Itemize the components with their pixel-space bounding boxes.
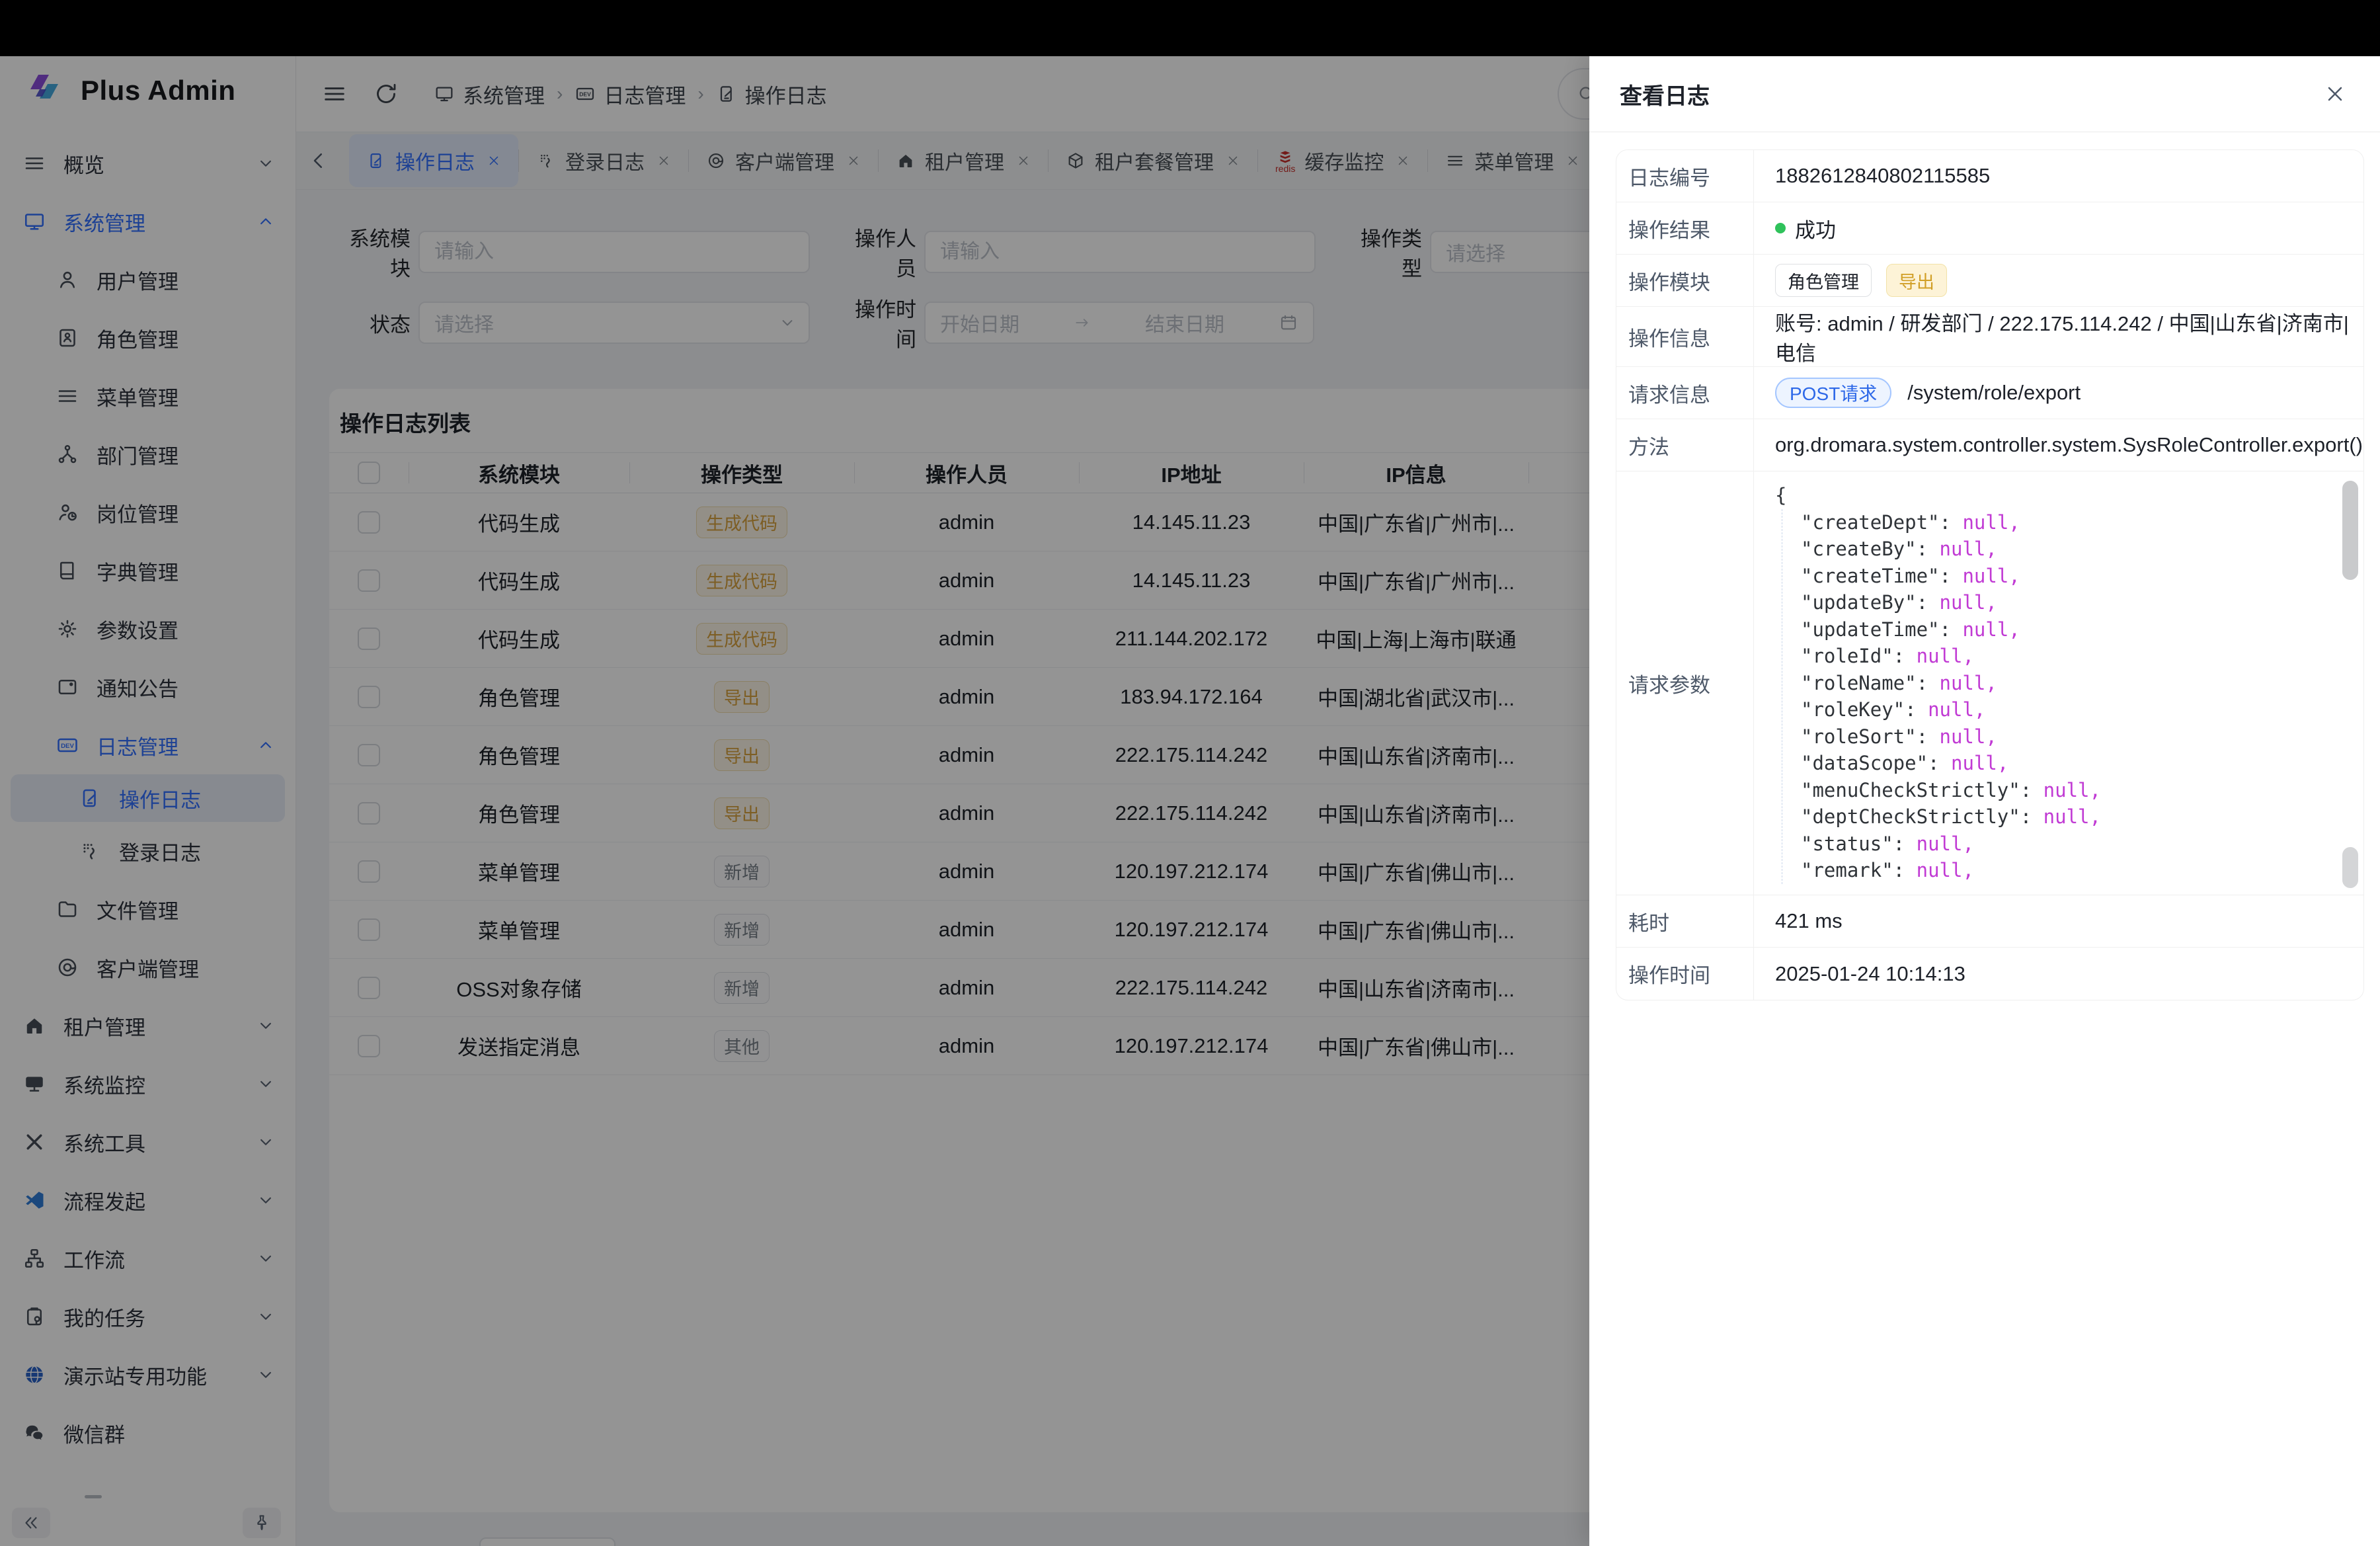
json-line: "createTime": null,: [1801, 563, 2101, 590]
status-text: 成功: [1795, 214, 1836, 243]
detail-value: 成功: [1754, 202, 2363, 254]
json-line: "roleId": null,: [1801, 643, 2101, 670]
detail-value: 421 ms: [1754, 895, 2363, 947]
json-key: "createTime":: [1801, 565, 1962, 587]
detail-label: 请求参数: [1616, 471, 1754, 895]
detail-row-请求参数: 请求参数{"createDept": null,"createBy": null…: [1616, 471, 2363, 895]
detail-label: 请求信息: [1616, 367, 1754, 419]
json-line: "roleName": null,: [1801, 670, 2101, 697]
app-shell: Plus Admin 概览系统管理用户管理角色管理菜单管理部门管理岗位管理字典管…: [0, 56, 2380, 1546]
json-null: null,: [1928, 698, 1985, 721]
detail-label: 日志编号: [1616, 150, 1754, 202]
detail-row-操作结果: 操作结果 成功: [1616, 202, 2363, 255]
json-key: "menuCheckStrictly":: [1801, 779, 2043, 801]
detail-row-耗时: 耗时421 ms: [1616, 895, 2363, 948]
detail-value: 1882612840802115585: [1754, 150, 2363, 202]
json-line: "roleSort": null,: [1801, 723, 2101, 751]
json-key: "createDept":: [1801, 511, 1962, 534]
detail-value: 账号: admin / 研发部门 / 222.175.114.242 / 中国|…: [1754, 307, 2363, 366]
json-key: "deptCheckStrictly":: [1801, 805, 2043, 828]
json-key: "remark":: [1801, 859, 1917, 881]
json-line: "dataScope": null,: [1801, 750, 2101, 777]
log-detail-table: 日志编号1882612840802115585操作结果成功操作模块角色管理导出操…: [1616, 149, 2364, 1000]
json-indented-block: "createDept": null,"createBy": null,"cre…: [1782, 509, 2101, 884]
json-scrollbar-thumb[interactable]: [2342, 481, 2358, 580]
request-path: /system/role/export: [1907, 381, 2081, 405]
detail-row-操作时间: 操作时间2025-01-24 10:14:13: [1616, 948, 2363, 1000]
json-null: null,: [1940, 725, 1997, 748]
json-line: {: [1775, 482, 2101, 509]
json-null: null,: [1940, 672, 1997, 694]
detail-value: POST请求/system/role/export: [1754, 367, 2363, 419]
json-line: "updateTime": null,: [1801, 616, 2101, 643]
json-scrollbar-thumb-bottom[interactable]: [2342, 847, 2358, 888]
detail-label: 耗时: [1616, 895, 1754, 947]
detail-row-操作模块: 操作模块角色管理导出: [1616, 255, 2363, 307]
drawer-title: 查看日志: [1620, 78, 1710, 110]
json-null: null,: [1962, 565, 2020, 587]
json-null: null,: [1917, 833, 1974, 855]
module-badge: 导出: [1886, 264, 1947, 297]
request-params-json[interactable]: {"createDept": null,"createBy": null,"cr…: [1754, 471, 2363, 895]
detail-value: org.dromara.system.controller.system.Sys…: [1754, 419, 2363, 471]
json-line: "menuCheckStrictly": null,: [1801, 777, 2101, 804]
json-line: "status": null,: [1801, 831, 2101, 858]
json-null: null,: [2043, 779, 2101, 801]
json-key: "roleName":: [1801, 672, 1940, 694]
detail-label: 操作模块: [1616, 255, 1754, 306]
request-method-badge: POST请求: [1775, 378, 1891, 408]
detail-label: 操作时间: [1616, 948, 1754, 1000]
json-key: "updateTime":: [1801, 618, 1962, 641]
json-key: "dataScope":: [1801, 752, 1951, 774]
detail-row-日志编号: 日志编号1882612840802115585: [1616, 150, 2363, 202]
json-key: "createBy":: [1801, 538, 1940, 560]
detail-row-请求信息: 请求信息POST请求/system/role/export: [1616, 367, 2363, 419]
json-line: "updateBy": null,: [1801, 589, 2101, 616]
json-null: null,: [1917, 645, 1974, 667]
detail-label: 操作结果: [1616, 202, 1754, 254]
json-null: null,: [1940, 538, 1997, 560]
json-key: "roleKey":: [1801, 698, 1928, 721]
detail-row-操作信息: 操作信息账号: admin / 研发部门 / 222.175.114.242 /…: [1616, 307, 2363, 367]
json-line: "remark": null,: [1801, 857, 2101, 884]
json-null: null,: [2043, 805, 2101, 828]
json-line: "roleKey": null,: [1801, 696, 2101, 723]
json-null: null,: [1940, 591, 1997, 614]
json-null: null,: [1962, 618, 2020, 641]
drawer-header: 查看日志: [1589, 56, 2380, 132]
json-line: "createBy": null,: [1801, 536, 2101, 563]
json-line: "deptCheckStrictly": null,: [1801, 803, 2101, 831]
module-badge: 角色管理: [1775, 264, 1872, 297]
json-key: "status":: [1801, 833, 1917, 855]
json-line: "createDept": null,: [1801, 509, 2101, 536]
detail-label: 方法: [1616, 419, 1754, 471]
json-key: "roleId":: [1801, 645, 1917, 667]
json-null: null,: [1951, 752, 2008, 774]
json-key: "roleSort":: [1801, 725, 1940, 748]
os-top-bar: [0, 0, 2380, 56]
view-log-drawer: 查看日志 日志编号1882612840802115585操作结果 成功操作模块角色…: [1589, 56, 2380, 1546]
json-null: null,: [1917, 859, 1974, 881]
json-null: null,: [1962, 511, 2020, 534]
detail-label: 操作信息: [1616, 307, 1754, 366]
json-key: "updateBy":: [1801, 591, 1940, 614]
detail-value: 2025-01-24 10:14:13: [1754, 948, 2363, 1000]
detail-value: 角色管理导出: [1754, 255, 2363, 306]
close-icon[interactable]: [2323, 82, 2347, 106]
json-code: {"createDept": null,"createBy": null,"cr…: [1775, 482, 2101, 884]
detail-row-方法: 方法org.dromara.system.controller.system.S…: [1616, 419, 2363, 471]
status-dot: [1775, 223, 1786, 233]
